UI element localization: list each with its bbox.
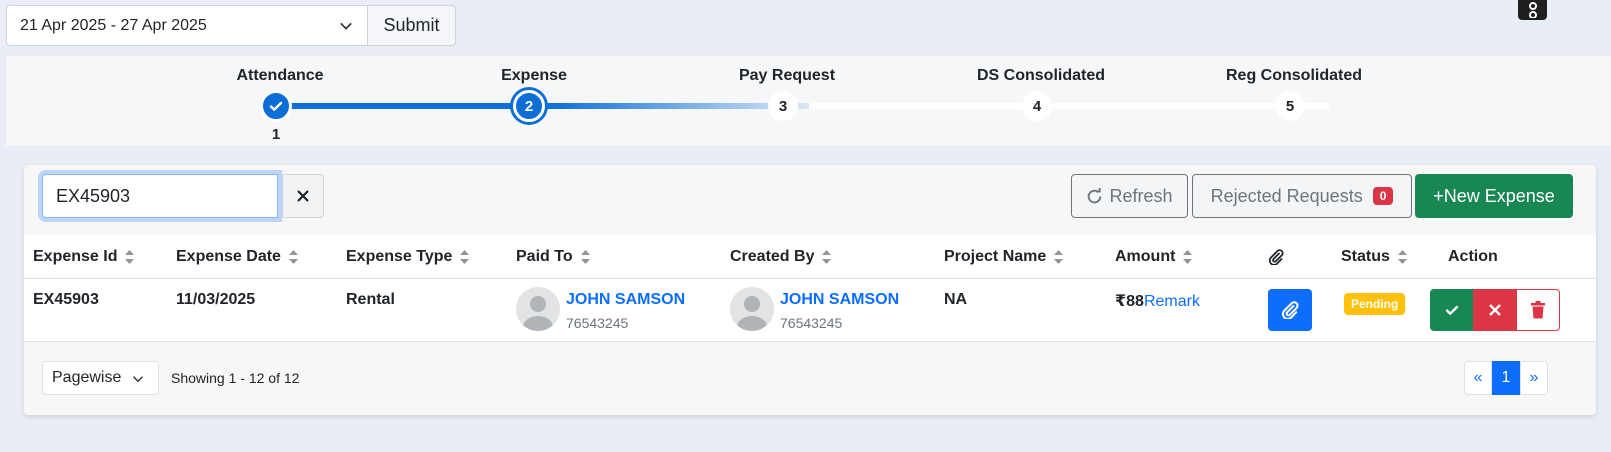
created-by-name-link[interactable]: JOHN SAMSON (780, 291, 899, 309)
page-mode-value: Pagewise (52, 369, 122, 386)
header-label: Project Name (944, 248, 1047, 265)
close-icon (1488, 304, 1501, 316)
cell-expense-date: 11/03/2025 (176, 291, 256, 308)
paid-to-name-link[interactable]: JOHN SAMSON (566, 291, 685, 309)
step-reg-consolidated-node[interactable]: 5 (1275, 91, 1305, 121)
avatar (516, 287, 560, 331)
top-bar: 21 Apr 2025 - 27 Apr 2025 Submit (0, 0, 1611, 56)
page-mode-select[interactable]: Pagewise (42, 361, 159, 395)
check-icon (269, 101, 283, 111)
refresh-label: Refresh (1109, 185, 1173, 206)
step-number-pay-request: 3 (778, 97, 788, 115)
column-header-action: Action (1448, 235, 1498, 279)
pagination-page-1[interactable]: 1 (1492, 361, 1520, 395)
cell-project-name: NA (944, 291, 968, 308)
refresh-icon (1088, 187, 1102, 203)
remark-link[interactable]: Remark (1144, 293, 1200, 310)
paperclip-icon (1268, 249, 1284, 265)
sort-icon (460, 250, 470, 264)
sort-icon (580, 250, 590, 264)
column-header-created-by[interactable]: Created By (730, 235, 832, 279)
paid-to-phone: 76543245 (566, 315, 629, 331)
column-header-expense-date[interactable]: Expense Date (176, 235, 298, 279)
column-header-expense-type[interactable]: Expense Type (346, 235, 470, 279)
step-label-reg-consolidated: Reg Consolidated (1225, 67, 1363, 84)
column-header-amount[interactable]: Amount (1115, 235, 1193, 279)
step-label-attendance: Attendance (236, 67, 324, 84)
check-icon (1445, 305, 1458, 315)
step-label-ds-consolidated: DS Consolidated (976, 67, 1106, 84)
paperclip-icon (1281, 301, 1299, 319)
cell-amount: ₹88Remark (1115, 291, 1200, 311)
header-label: Amount (1115, 248, 1176, 265)
table-header: Expense Id Expense Date Expense Type Pai… (24, 235, 1596, 279)
expense-card: Refresh Rejected Requests 0 +New Expense… (24, 165, 1596, 415)
avatar (730, 287, 774, 331)
rejected-count-badge: 0 (1372, 187, 1394, 205)
approve-button[interactable] (1430, 289, 1473, 331)
date-range-select[interactable]: 21 Apr 2025 - 27 Apr 2025 (6, 5, 368, 46)
attachment-button[interactable] (1268, 289, 1312, 331)
cell-expense-id: EX45903 (33, 291, 99, 308)
pagination-next[interactable]: » (1520, 361, 1548, 395)
new-expense-button[interactable]: +New Expense (1415, 174, 1573, 218)
step-expense-node[interactable]: 2 (513, 90, 545, 122)
chevron-down-icon (340, 22, 352, 30)
sort-icon (288, 250, 298, 264)
user-icon (523, 296, 553, 331)
column-header-expense-id[interactable]: Expense Id (33, 235, 135, 279)
column-header-paid-to[interactable]: Paid To (516, 235, 590, 279)
rejected-requests-button[interactable]: Rejected Requests 0 (1192, 174, 1412, 218)
header-label: Expense Type (346, 248, 453, 265)
table-row: EX45903 11/03/2025 Rental JOHN SAMSON 76… (24, 279, 1596, 342)
chevron-down-icon (132, 376, 144, 383)
step-ds-consolidated-node[interactable]: 4 (1022, 91, 1052, 121)
header-label: Action (1448, 248, 1498, 265)
step-label-expense: Expense (501, 67, 567, 84)
close-icon (297, 190, 309, 202)
step-pay-request-node[interactable]: 3 (768, 91, 798, 121)
trash-icon (1531, 301, 1545, 319)
stepper-track-pending (809, 103, 1329, 109)
date-range-value: 21 Apr 2025 - 27 Apr 2025 (20, 16, 207, 34)
user-icon (737, 296, 767, 331)
header-label: Expense Date (176, 248, 281, 265)
step-attendance-node[interactable] (260, 90, 292, 122)
header-label: Paid To (516, 248, 573, 265)
step-number-reg-consolidated: 5 (1285, 97, 1295, 115)
amount-value: ₹88 (1115, 293, 1144, 310)
clear-search-button[interactable] (282, 174, 324, 218)
sort-icon (1397, 250, 1407, 264)
step-label-pay-request: Pay Request (738, 67, 836, 84)
column-header-project-name[interactable]: Project Name (944, 235, 1064, 279)
header-label: Status (1341, 248, 1390, 265)
step-number-attendance: 1 (271, 126, 281, 143)
header-label: Expense Id (33, 248, 118, 265)
pagination-prev[interactable]: « (1464, 361, 1492, 395)
step-number-expense: 2 (524, 97, 534, 115)
rejected-requests-label: Rejected Requests (1210, 185, 1363, 206)
column-header-attachment (1268, 235, 1284, 279)
header-label: Created By (730, 248, 815, 265)
stepper-track-done (289, 103, 549, 109)
pagination: « 1 » (1464, 361, 1548, 395)
status-badge: Pending (1344, 293, 1406, 315)
sort-icon (822, 250, 832, 264)
reject-button[interactable] (1473, 289, 1516, 331)
column-header-status[interactable]: Status (1341, 235, 1407, 279)
workflow-stepper: Attendance 1 Expense 2 Pay Request 3 DS … (6, 56, 1611, 146)
refresh-button[interactable]: Refresh (1071, 174, 1188, 218)
link-icon (1528, 2, 1537, 18)
settings-toggle-icon[interactable] (1518, 0, 1547, 20)
showing-count: Showing 1 - 12 of 12 (171, 370, 300, 386)
delete-button[interactable] (1516, 289, 1560, 331)
sort-icon (1054, 250, 1064, 264)
search-input[interactable] (42, 174, 278, 218)
sort-icon (125, 250, 135, 264)
submit-button[interactable]: Submit (367, 5, 456, 46)
created-by-phone: 76543245 (780, 315, 843, 331)
sort-icon (1183, 250, 1193, 264)
cell-expense-type: Rental (346, 291, 395, 308)
step-number-ds-consolidated: 4 (1032, 97, 1042, 115)
